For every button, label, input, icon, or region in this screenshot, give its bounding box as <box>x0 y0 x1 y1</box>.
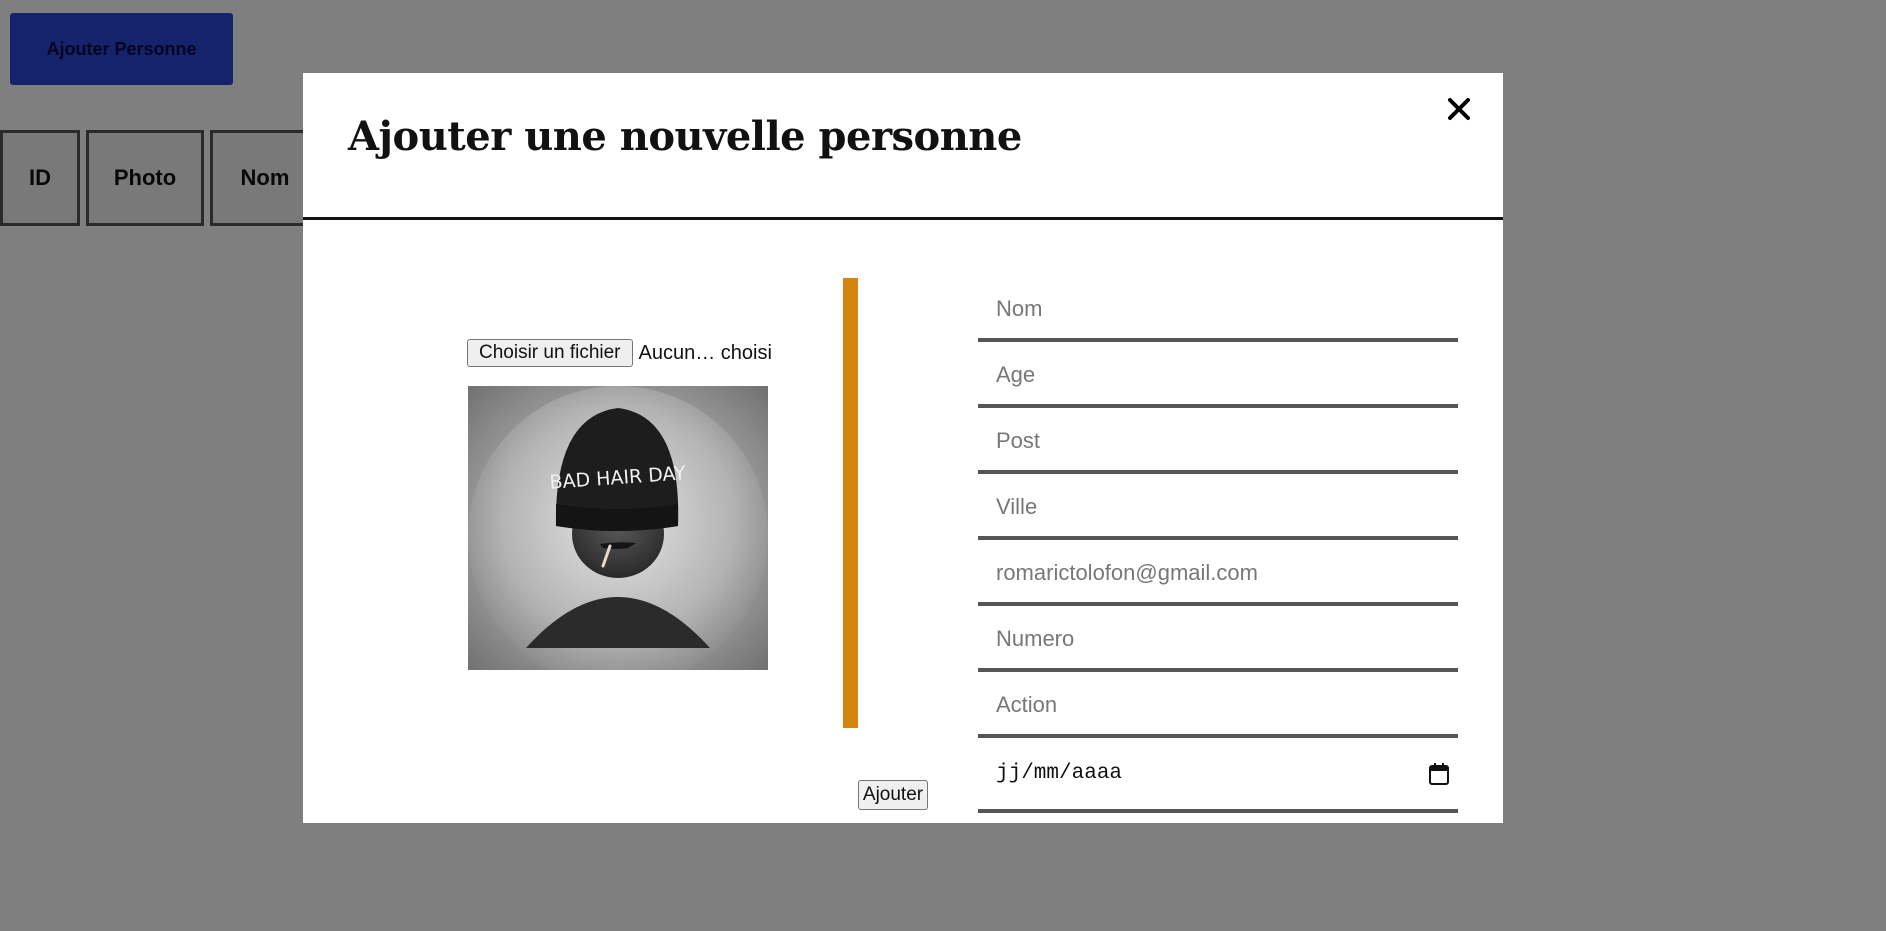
email-field[interactable] <box>978 543 1458 606</box>
choose-file-button[interactable]: Choisir un fichier <box>467 339 633 367</box>
action-field[interactable] <box>978 675 1458 738</box>
photo-file-input[interactable]: Choisir un fichier Aucun… choisi <box>467 339 772 367</box>
ville-input[interactable] <box>978 477 1458 536</box>
nom-input[interactable] <box>978 279 1458 338</box>
nom-field[interactable] <box>978 279 1458 342</box>
modal-header: Ajouter une nouvelle personne <box>303 73 1503 220</box>
numero-input[interactable] <box>978 609 1458 668</box>
age-field[interactable] <box>978 345 1458 408</box>
numero-field[interactable] <box>978 609 1458 672</box>
close-button[interactable] <box>1441 91 1477 127</box>
date-field[interactable]: jj/mm/aaaa <box>978 741 1458 813</box>
add-person-modal: Ajouter une nouvelle personne Choisir un… <box>303 73 1503 823</box>
file-status-text: Aucun… choisi <box>638 341 772 364</box>
post-input[interactable] <box>978 411 1458 470</box>
column-divider <box>843 278 858 728</box>
ville-field[interactable] <box>978 477 1458 540</box>
age-input[interactable] <box>978 345 1458 404</box>
modal-title: Ajouter une nouvelle personne <box>348 113 1022 160</box>
submit-button[interactable]: Ajouter <box>858 780 928 810</box>
post-field[interactable] <box>978 411 1458 474</box>
photo-preview: BAD HAIR DAY <box>468 386 768 670</box>
email-input[interactable] <box>978 543 1458 602</box>
action-input[interactable] <box>978 675 1458 734</box>
calendar-icon[interactable] <box>1428 762 1450 786</box>
page: Ajouter Personne ID Photo Nom Ajouter un… <box>0 0 1886 931</box>
date-input[interactable]: jj/mm/aaaa <box>996 762 1122 785</box>
close-icon <box>1448 98 1470 120</box>
